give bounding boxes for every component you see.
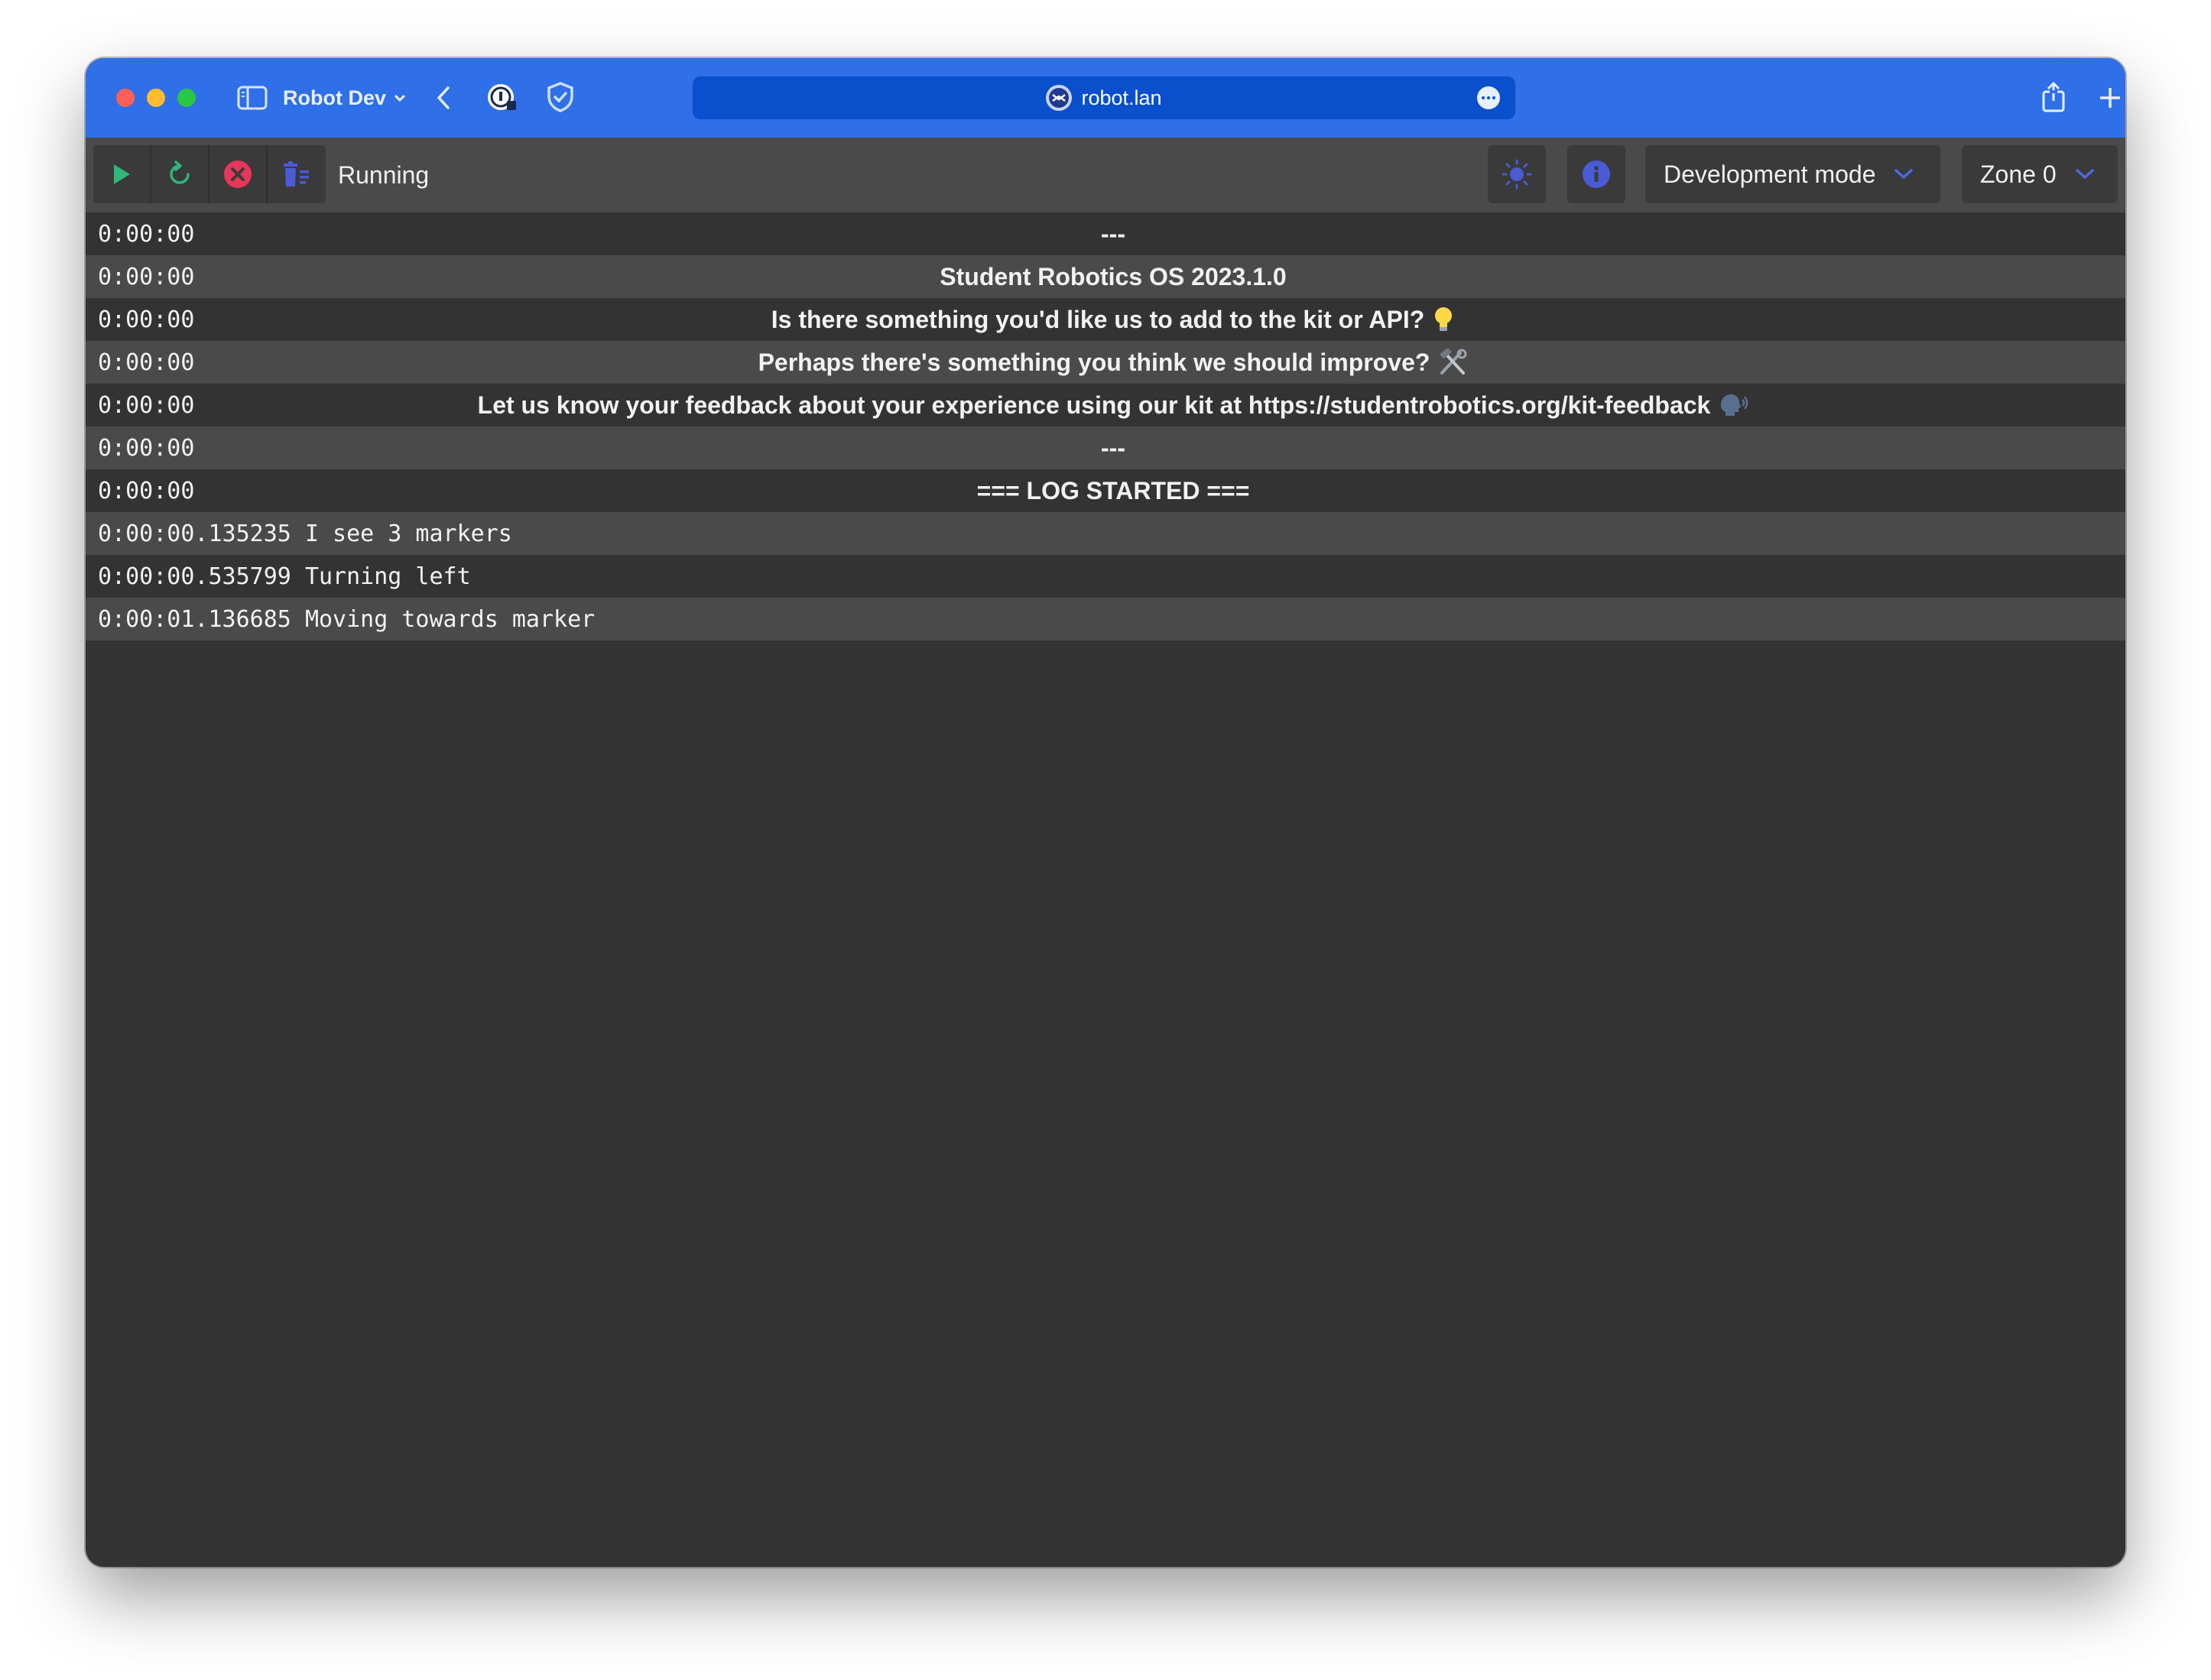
back-icon[interactable] bbox=[427, 81, 460, 115]
info-icon bbox=[1581, 159, 1612, 190]
os-version-text: Student Robotics OS 2023.1.0 bbox=[940, 262, 1287, 290]
minimize-window-button[interactable] bbox=[147, 89, 165, 107]
log-timestamp: 0:00:00.535799 bbox=[98, 563, 291, 590]
password-manager-icon[interactable] bbox=[485, 79, 520, 115]
run-status-text: Running bbox=[338, 161, 430, 189]
log-header-row: 0:00:00 === LOG STARTED === bbox=[86, 469, 2125, 512]
browser-toolbar: Robot Dev robot.lan bbox=[86, 58, 2125, 138]
log-separator: --- bbox=[1101, 219, 1125, 248]
clear-log-icon bbox=[281, 160, 313, 189]
log-timestamp: 0:00:00 bbox=[98, 306, 195, 333]
hammer-wrench-icon bbox=[1437, 349, 1468, 376]
chevron-down-icon bbox=[2075, 168, 2095, 180]
log-timestamp: 0:00:00 bbox=[98, 477, 195, 504]
tab-group-name: Robot Dev bbox=[283, 86, 386, 109]
zone-select[interactable]: Zone 0 bbox=[1962, 145, 2118, 203]
log-header-row: 0:00:00 Let us know your feedback about … bbox=[86, 384, 2125, 426]
restart-icon bbox=[165, 160, 194, 189]
log-message: Moving towards marker bbox=[304, 605, 596, 633]
info-button[interactable] bbox=[1567, 145, 1625, 203]
shield-icon[interactable] bbox=[543, 79, 578, 115]
control-button-group bbox=[93, 145, 326, 203]
feedback-prompt-text: Is there something you'd like us to add … bbox=[771, 305, 1425, 333]
log-header-row: 0:00:00 --- bbox=[86, 426, 2125, 469]
speaking-head-icon bbox=[1718, 392, 1748, 418]
log-timestamp: 0:00:00 bbox=[98, 220, 195, 248]
clear-log-button[interactable] bbox=[268, 145, 326, 203]
log-header-row: 0:00:00 --- bbox=[86, 212, 2125, 255]
mode-select[interactable]: Development mode bbox=[1645, 145, 1940, 203]
address-text: robot.lan bbox=[1081, 86, 1162, 109]
sidebar-toggle-icon[interactable] bbox=[235, 81, 269, 115]
log-output: 0:00:00 --- 0:00:00 Student Robotics OS … bbox=[86, 212, 2125, 641]
stop-icon bbox=[222, 159, 253, 190]
log-entry-row: 0:00:00.135235 I see 3 markers bbox=[86, 512, 2125, 555]
log-entry-row: 0:00:00.535799 Turning left bbox=[86, 555, 2125, 598]
close-window-button[interactable] bbox=[116, 89, 135, 107]
address-bar[interactable]: robot.lan bbox=[693, 76, 1515, 119]
sun-icon bbox=[1500, 157, 1534, 191]
chevron-down-icon bbox=[1894, 168, 1914, 180]
stop-button[interactable] bbox=[209, 145, 268, 203]
log-message: Turning left bbox=[304, 563, 471, 590]
start-button[interactable] bbox=[93, 145, 151, 203]
log-header-row: 0:00:00 Student Robotics OS 2023.1.0 bbox=[86, 255, 2125, 298]
log-timestamp: 0:00:00 bbox=[98, 349, 195, 376]
log-timestamp: 0:00:00.135235 bbox=[98, 520, 291, 547]
page-menu-icon[interactable] bbox=[1477, 86, 1500, 109]
log-header-row: 0:00:00 Is there something you'd like us… bbox=[86, 298, 2125, 341]
log-timestamp: 0:00:00 bbox=[98, 434, 195, 462]
log-timestamp: 0:00:00 bbox=[98, 263, 195, 290]
log-timestamp: 0:00:01.136685 bbox=[98, 605, 291, 633]
log-header-row: 0:00:00 Perhaps there's something you th… bbox=[86, 341, 2125, 384]
robot-control-toolbar: Running Development mode Zone 0 bbox=[86, 138, 2125, 212]
zone-select-value: Zone 0 bbox=[1980, 160, 2057, 188]
share-icon[interactable] bbox=[2037, 79, 2070, 115]
browser-window: Robot Dev robot.lan Running Development … bbox=[86, 58, 2125, 1567]
log-message: I see 3 markers bbox=[304, 520, 512, 547]
lightbulb-icon bbox=[1432, 306, 1455, 333]
improve-prompt-text: Perhaps there's something you think we s… bbox=[758, 348, 1430, 376]
new-tab-icon[interactable] bbox=[2093, 81, 2125, 115]
chevron-down-icon bbox=[394, 93, 406, 102]
theme-toggle-button[interactable] bbox=[1488, 145, 1546, 203]
log-timestamp: 0:00:00 bbox=[98, 391, 195, 419]
mode-select-value: Development mode bbox=[1664, 160, 1876, 188]
log-started-text: === LOG STARTED === bbox=[976, 476, 1250, 504]
feedback-link-text: Let us know your feedback about your exp… bbox=[477, 391, 1711, 419]
log-entry-row: 0:00:01.136685 Moving towards marker bbox=[86, 598, 2125, 641]
play-icon bbox=[111, 162, 132, 186]
log-separator: --- bbox=[1101, 433, 1125, 462]
tab-group-selector[interactable]: Robot Dev bbox=[283, 81, 406, 115]
zoom-window-button[interactable] bbox=[177, 89, 196, 107]
restart-button[interactable] bbox=[151, 145, 209, 203]
site-favicon-icon bbox=[1046, 85, 1073, 111]
